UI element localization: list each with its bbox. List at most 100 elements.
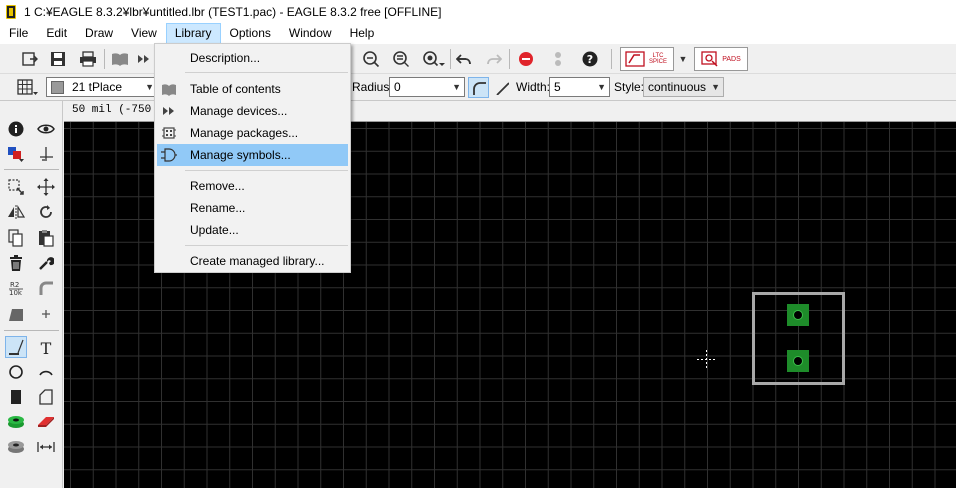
menu-item-label: Description... [190,51,261,65]
line-tool-icon[interactable] [5,336,27,358]
ltspice-button[interactable]: LTC SPICE [620,47,674,71]
stop-icon[interactable] [515,48,537,70]
dimension-tool-icon[interactable] [35,436,57,458]
zoom-out-icon[interactable] [360,48,382,70]
package-icon [161,125,177,141]
pad-tool-icon[interactable] [5,411,27,433]
change-icon[interactable] [35,252,57,274]
menu-view[interactable]: View [122,23,166,44]
pad-1[interactable] [787,304,809,326]
width-value: 5 [554,80,561,94]
round-corner-icon[interactable] [468,77,489,98]
menu-item-table-of-contents[interactable]: Table of contents [157,78,348,100]
menu-item-label: Manage symbols... [190,148,291,162]
radius-value: 0 [394,80,401,94]
copy-icon[interactable] [5,227,27,249]
device-icon[interactable] [134,48,154,70]
menu-file[interactable]: File [0,23,37,44]
style-value: continuous [648,80,707,94]
radius-label: Radius: [352,80,393,94]
miter-icon[interactable] [35,277,57,299]
menu-item-label: Manage packages... [190,126,299,140]
chevron-down-icon: ▼ [597,82,606,92]
svg-text:10k: 10k [9,289,23,297]
move-icon[interactable] [35,176,57,198]
grid-icon[interactable] [15,77,41,99]
mark-icon[interactable] [35,143,57,165]
menu-item-create-managed-library[interactable]: Create managed library... [157,250,348,272]
mirror-icon[interactable] [5,201,27,223]
menu-library[interactable]: Library [165,23,221,44]
delete-icon[interactable] [5,252,27,274]
menu-item-description[interactable]: Description... [157,47,348,69]
menu-separator [185,72,348,73]
style-label: Style: [614,80,645,94]
sharp-corner-icon[interactable] [491,77,512,98]
circle-tool-icon[interactable] [5,361,27,383]
smash-icon[interactable] [35,303,57,325]
menu-item-manage-symbols[interactable]: Manage symbols... [157,144,348,166]
toolbar-separator [104,49,105,69]
redo-icon[interactable] [483,48,505,70]
radius-input[interactable]: 0 ▼ [389,77,465,97]
hole-tool-icon[interactable] [5,436,27,458]
menu-help[interactable]: Help [341,23,384,44]
pads-button[interactable]: PADS [694,47,748,71]
panel-separator [4,330,59,331]
menu-item-remove[interactable]: Remove... [157,175,348,197]
rectangle-tool-icon[interactable] [5,386,27,408]
menu-item-label: Manage devices... [190,104,288,118]
menu-item-update[interactable]: Update... [157,219,348,241]
chevron-down-icon: ▼ [145,82,154,92]
display-layers-icon[interactable] [5,143,27,165]
main-toolbar: ? LTC SPICE ▼ PADS [0,44,956,74]
help-icon[interactable]: ? [579,48,601,70]
menu-bar: File Edit Draw View Library Options Wind… [0,23,956,44]
menu-options[interactable]: Options [221,23,280,44]
layer-select[interactable]: 21 tPlace ▼ [46,77,158,97]
layer-select-value: 21 tPlace [72,80,123,94]
width-input[interactable]: 5 ▼ [549,77,610,97]
eagle-app-icon [6,4,16,19]
menu-item-rename[interactable]: Rename... [157,197,348,219]
smd-tool-icon[interactable] [35,411,57,433]
show-icon[interactable] [35,118,57,140]
rotate-icon[interactable] [35,201,57,223]
group-icon[interactable] [5,176,27,198]
pads-label: PADS [722,55,741,63]
polygon-tool-icon[interactable] [35,386,57,408]
save-icon[interactable] [46,48,70,70]
menu-edit[interactable]: Edit [37,23,76,44]
menu-draw[interactable]: Draw [76,23,122,44]
title-bar: 1 C:¥EAGLE 8.3.2¥lbr¥untitled.lbr (TEST1… [0,0,956,23]
symbol-icon [161,147,177,163]
style-select[interactable]: continuous ▼ [643,77,724,97]
svg-text:R2: R2 [10,281,19,289]
menu-separator [185,245,348,246]
menu-item-manage-packages[interactable]: Manage packages... [157,122,348,144]
menu-item-label: Create managed library... [190,254,325,268]
svg-text:?: ? [587,53,593,66]
undo-icon[interactable] [453,48,475,70]
info-icon[interactable] [5,118,27,140]
menu-item-label: Update... [190,223,239,237]
zoom-dropdown-icon[interactable] [420,48,448,70]
book-icon[interactable] [108,48,132,70]
open-file-icon[interactable] [18,48,42,70]
split-icon[interactable] [5,303,27,325]
arc-tool-icon[interactable] [35,361,57,383]
menu-window[interactable]: Window [280,23,341,44]
go-icon[interactable] [547,48,569,70]
name-value-icon[interactable]: R2 10k [5,277,27,299]
toolbar-separator [611,49,612,69]
library-menu: Description... Table of contents Manage … [154,43,351,273]
ltspice-dropdown-arrow-icon[interactable]: ▼ [677,52,689,66]
print-icon[interactable] [76,48,100,70]
text-tool-icon[interactable]: T [35,337,57,359]
paste-icon[interactable] [35,227,57,249]
svg-text:T: T [41,340,52,356]
cursor-crosshair [697,350,717,370]
zoom-select-icon[interactable] [390,48,412,70]
menu-item-manage-devices[interactable]: Manage devices... [157,100,348,122]
pad-2[interactable] [787,350,809,372]
